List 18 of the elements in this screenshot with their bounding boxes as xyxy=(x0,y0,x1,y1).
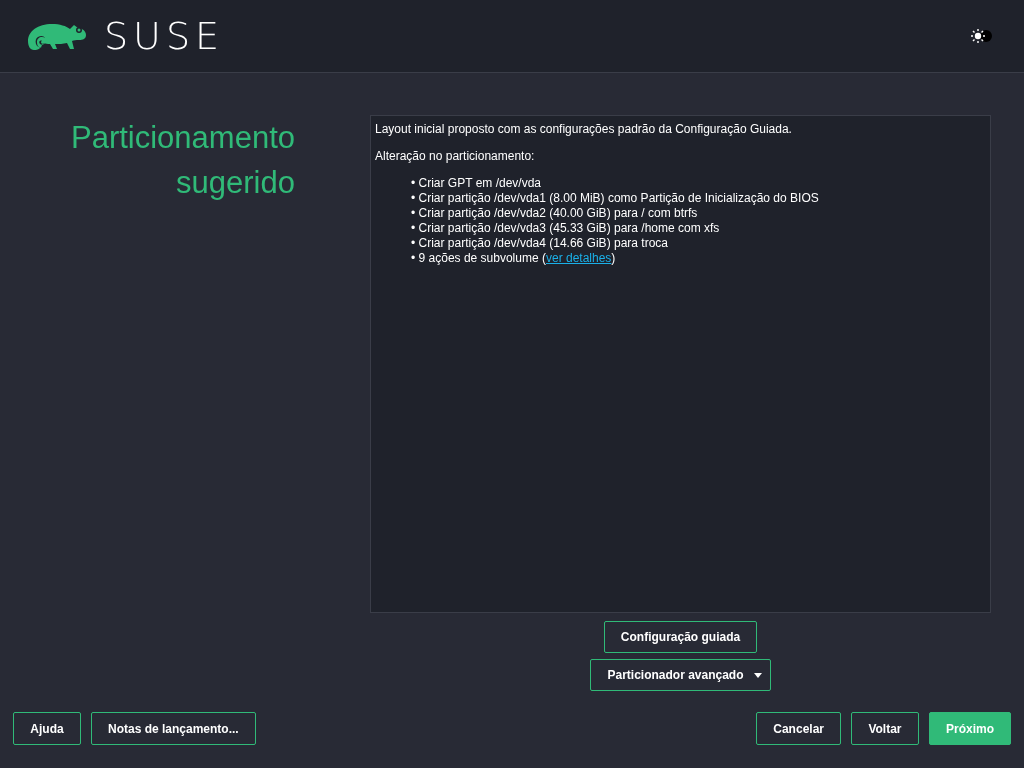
change-item: • Criar partição /dev/vda3 (45.33 GiB) para /home com xfs xyxy=(411,221,721,236)
guided-setup-button[interactable]: Configuração guiada xyxy=(603,621,758,653)
footer-button[interactable]: Notas de lançamento... xyxy=(91,712,256,745)
change-item: • Criar partição /dev/vda4 (14.66 GiB) para troca xyxy=(411,236,669,251)
page-title: Particionamento sugerido xyxy=(70,119,296,202)
intro-text: Layout inicial proposto com as configurações padrão da Configuração Guiada. xyxy=(375,122,793,137)
footer-button[interactable]: Cancelar xyxy=(756,712,841,745)
change-item: • 9 ações de subvolume (ver detalhes) xyxy=(411,251,617,266)
change-item: • Criar GPT em /dev/vda xyxy=(411,176,543,191)
menu-button[interactable]: Particionador avançado xyxy=(590,659,771,691)
logo-text: SUSE xyxy=(104,14,225,58)
footer-button[interactable]: Voltar xyxy=(851,712,919,745)
section-heading: Alteração no particionamento: xyxy=(375,149,536,164)
change-item: • Criar partição /dev/vda2 (40.00 GiB) para / com btrfs xyxy=(411,206,699,221)
caret-icon xyxy=(753,672,762,678)
theme-toggle-icon[interactable] xyxy=(970,27,994,45)
footer-button[interactable]: Ajuda xyxy=(13,712,81,745)
change-item: • Criar partição /dev/vda1 (8.00 MiB) como Partição de Inicialização do BIOS xyxy=(411,191,820,206)
